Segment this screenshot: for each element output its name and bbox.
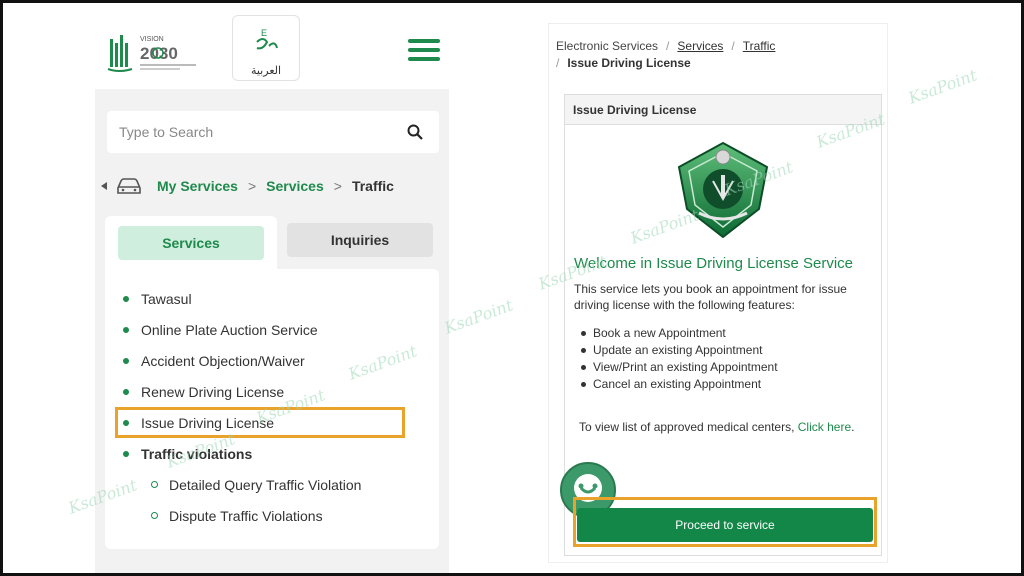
- medical-note-text: To view list of approved medical centers…: [579, 420, 798, 434]
- breadcrumb: My Services > Services > Traffic: [99, 173, 394, 199]
- breadcrumb-separator: /: [556, 56, 560, 70]
- list-item[interactable]: Online Plate Auction Service: [105, 320, 439, 351]
- breadcrumb-current: Issue Driving License: [567, 56, 691, 70]
- traffic-department-emblem: [677, 141, 769, 239]
- tab-bar: Services Inquiries: [105, 216, 445, 271]
- bullet-icon: [123, 420, 129, 426]
- service-label: Issue Driving License: [141, 415, 275, 431]
- service-card: Issue Driving License Welcome in Issue D…: [560, 94, 882, 556]
- bullet-icon: [123, 296, 129, 302]
- breadcrumb-services[interactable]: Services: [266, 178, 324, 194]
- click-here-link[interactable]: Click here: [798, 420, 851, 434]
- svg-text:2030: 2030: [140, 44, 178, 63]
- tab-services[interactable]: Services: [118, 226, 264, 260]
- breadcrumb-services[interactable]: Services: [677, 39, 723, 53]
- list-item[interactable]: Tawasul: [105, 289, 439, 320]
- proceed-to-service-button[interactable]: Proceed to service: [577, 508, 873, 542]
- car-icon: [117, 178, 141, 194]
- bullet-icon: [123, 327, 129, 333]
- active-tab-container: Services: [105, 216, 277, 271]
- language-label: العربية: [250, 65, 282, 77]
- list-item[interactable]: Renew Driving License: [105, 382, 439, 413]
- breadcrumb-separator: >: [247, 178, 257, 194]
- breadcrumb-current: Traffic: [351, 178, 394, 194]
- breadcrumb-separator: >: [333, 178, 342, 194]
- bullet-icon: [123, 358, 129, 364]
- list-item: Book a new Appointment: [579, 325, 778, 342]
- card-title: Issue Driving License: [565, 95, 881, 125]
- service-detail-panel: Electronic Services / Services / Traffic / Is…: [548, 23, 888, 563]
- service-label: Online Plate Auction Service: [141, 322, 318, 338]
- language-icon: E: [256, 28, 278, 50]
- circle-bullet-icon: [151, 512, 158, 519]
- breadcrumb-separator: /: [731, 39, 735, 53]
- period: .: [851, 420, 855, 434]
- bullet-icon: [123, 451, 129, 457]
- list-group-traffic-violations[interactable]: Traffic violations: [105, 444, 439, 475]
- breadcrumb-traffic[interactable]: Traffic: [743, 39, 776, 53]
- feature-list: Book a new Appointment Update an existin…: [579, 325, 778, 393]
- list-subitem[interactable]: Detailed Query Traffic Violation: [105, 475, 439, 506]
- service-label: Dispute Traffic Violations: [169, 508, 323, 524]
- service-list: Tawasul Online Plate Auction Service Acc…: [105, 269, 439, 549]
- breadcrumb-my-services[interactable]: My Services: [157, 178, 238, 194]
- language-toggle-button[interactable]: E العربية: [232, 15, 300, 81]
- chevron-left-icon[interactable]: [99, 181, 109, 191]
- services-panel: My Services > Services > Traffic Service…: [95, 89, 449, 573]
- svg-text:VISION: VISION: [140, 36, 164, 43]
- list-subitem[interactable]: Dispute Traffic Violations: [105, 506, 439, 537]
- watermark: KsaPoint: [441, 295, 516, 338]
- service-label: Detailed Query Traffic Violation: [169, 477, 362, 493]
- service-label: Accident Objection/Waiver: [141, 353, 305, 369]
- service-label: Renew Driving License: [141, 384, 285, 400]
- list-item: Update an existing Appointment: [579, 342, 778, 359]
- list-item-issue-driving-license[interactable]: Issue Driving License: [105, 413, 439, 444]
- svg-text:E: E: [261, 28, 267, 38]
- service-label: Tawasul: [141, 291, 192, 307]
- search-box: [107, 111, 439, 153]
- tab-inquiries[interactable]: Inquiries: [287, 223, 433, 257]
- intro-text: This service lets you book an appointmen…: [574, 282, 847, 312]
- hamburger-menu-icon[interactable]: [408, 39, 440, 61]
- search-input[interactable]: [119, 121, 389, 143]
- circle-bullet-icon: [151, 481, 158, 488]
- vision-2030-logo: VISION 2030: [107, 35, 196, 72]
- list-item: View/Print an existing Appointment: [579, 359, 778, 376]
- breadcrumb-separator: /: [666, 39, 670, 53]
- bullet-icon: [123, 389, 129, 395]
- service-label: Traffic violations: [141, 446, 253, 462]
- list-item: Cancel an existing Appointment: [579, 376, 778, 393]
- search-icon[interactable]: [407, 124, 423, 140]
- medical-centers-note: To view list of approved medical centers…: [579, 419, 875, 436]
- breadcrumb-root: Electronic Services: [556, 39, 659, 53]
- watermark: KsaPoint: [905, 65, 980, 108]
- breadcrumb: Electronic Services / Services / Traffic / Is…: [556, 38, 876, 72]
- welcome-heading: Welcome in Issue Driving License Service: [574, 255, 854, 272]
- list-item[interactable]: Accident Objection/Waiver: [105, 351, 439, 382]
- site-header: VISION 2030 E العربية: [98, 11, 448, 87]
